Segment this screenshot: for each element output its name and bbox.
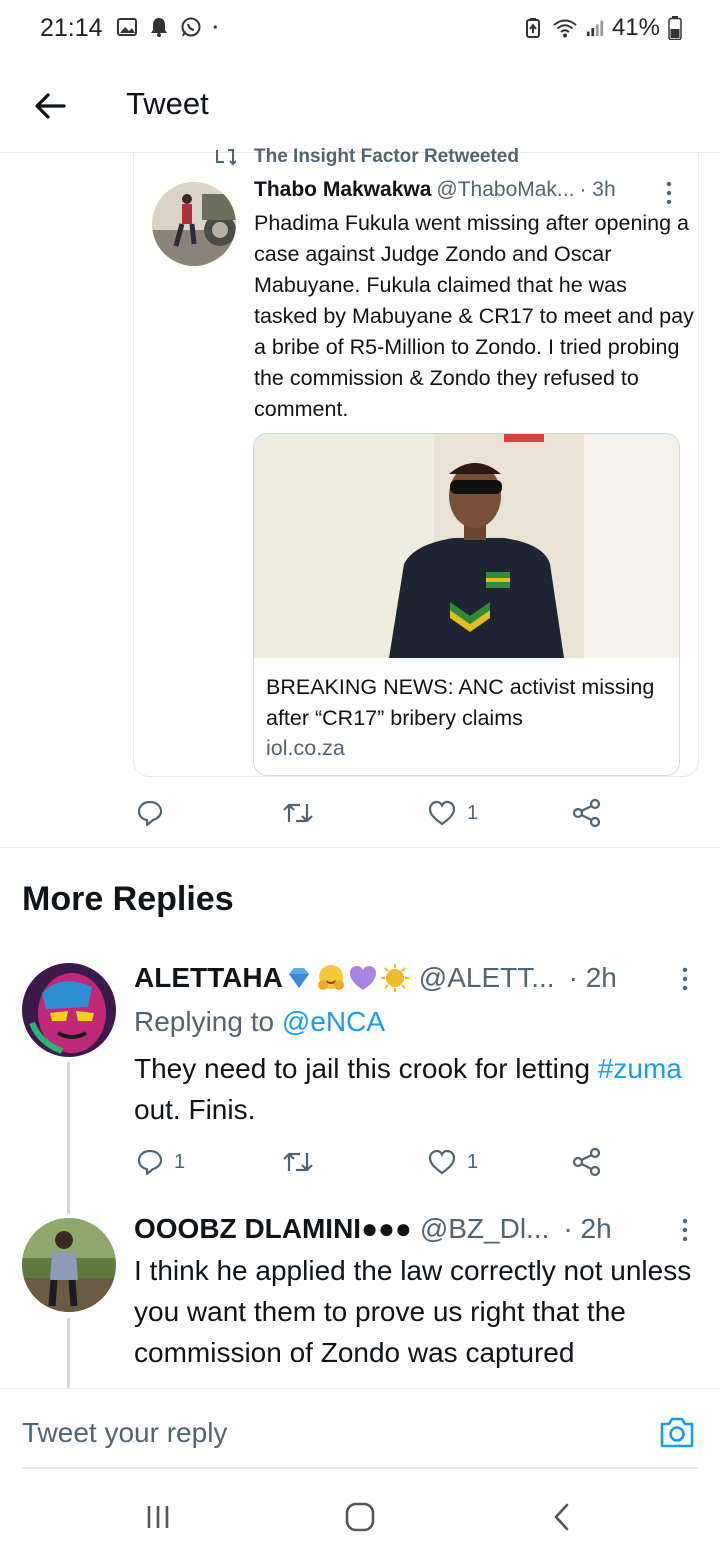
thread-line xyxy=(67,1318,70,1388)
avatar[interactable] xyxy=(152,182,236,266)
tweet-time: · 2h xyxy=(568,962,617,993)
wifi-icon xyxy=(553,19,577,38)
battery-percent: 41% xyxy=(611,14,660,41)
like-button[interactable]: 1 xyxy=(427,793,478,833)
sun-emoji xyxy=(380,964,409,992)
thread-line xyxy=(67,1062,70,1214)
retweet-button[interactable] xyxy=(282,793,324,833)
tweet-time: · 2h xyxy=(563,1213,612,1244)
purple-heart-emoji xyxy=(349,966,376,990)
replying-to: Replying to @eNCA xyxy=(134,1006,385,1037)
mention-link[interactable]: @eNCA xyxy=(282,1006,385,1037)
reply-button[interactable] xyxy=(136,793,174,833)
gallery-icon xyxy=(117,18,137,36)
reply-header: ALETTAHA @ALETT... · 2h xyxy=(134,962,617,994)
reply-actions: 1 1 xyxy=(0,1142,720,1182)
dot-icon xyxy=(213,25,217,29)
more-options-icon[interactable] xyxy=(678,1217,692,1243)
alarm-icon xyxy=(151,18,167,37)
status-time: 21:14 xyxy=(40,14,103,42)
system-nav-bar xyxy=(0,1470,720,1560)
reply-composer: Tweet your reply xyxy=(0,1388,720,1469)
battery-icon xyxy=(668,16,682,40)
heart-icon xyxy=(428,800,456,826)
arrow-left-icon xyxy=(35,93,66,119)
home-icon xyxy=(345,1502,375,1532)
system-back-button[interactable] xyxy=(542,1500,582,1534)
tweet-text: Phadima Fukula went missing after openin… xyxy=(254,211,694,421)
home-button[interactable] xyxy=(340,1500,380,1534)
recents-button[interactable] xyxy=(138,1500,178,1534)
share-icon xyxy=(572,1147,601,1177)
reply-text: I think he applied the law correctly not… xyxy=(134,1255,692,1368)
link-preview-image xyxy=(254,434,679,658)
back-button[interactable] xyxy=(30,86,70,126)
quoted-tweet-actions: 1 xyxy=(0,793,720,833)
reply-text: They need to jail this crook for letting… xyxy=(134,1053,682,1125)
retweet-context: The Insight Factor Retweeted xyxy=(214,146,519,168)
link-domain: iol.co.za xyxy=(266,736,345,760)
reply-icon xyxy=(137,1149,163,1176)
author-handle: @BZ_Dl... xyxy=(419,1213,550,1244)
share-button[interactable] xyxy=(572,793,602,833)
recents-icon xyxy=(147,1506,169,1528)
gem-emoji xyxy=(288,968,309,988)
retweet-label: The Insight Factor Retweeted xyxy=(254,146,519,167)
avatar[interactable] xyxy=(22,963,116,1057)
more-options-icon[interactable] xyxy=(678,966,692,992)
retweet-icon xyxy=(283,803,313,823)
back-icon xyxy=(554,1503,569,1531)
author-name[interactable]: Thabo Makwakwa xyxy=(254,178,431,202)
reply-icon xyxy=(137,800,163,827)
heart-icon xyxy=(428,1149,456,1175)
link-title: BREAKING NEWS: ANC activist missing afte… xyxy=(266,675,655,730)
retweet-icon xyxy=(216,149,236,166)
camera-icon[interactable] xyxy=(658,1415,696,1449)
author-name[interactable]: OOOBZ DLAMINI●●● xyxy=(134,1213,412,1245)
section-divider xyxy=(0,847,720,848)
hugging-face-emoji xyxy=(317,965,344,990)
avatar-image xyxy=(22,1218,116,1312)
battery-saver-icon xyxy=(525,18,540,38)
hashtag-link[interactable]: #zuma xyxy=(598,1053,682,1084)
whatsapp-icon xyxy=(181,17,201,37)
avatar-image xyxy=(152,182,236,266)
composer-underline xyxy=(22,1467,698,1469)
more-replies-heading: More Replies xyxy=(22,880,234,918)
reply-input[interactable]: Tweet your reply xyxy=(22,1417,227,1449)
like-button[interactable]: 1 xyxy=(427,1142,478,1182)
link-preview-card[interactable]: BREAKING NEWS: ANC activist missing afte… xyxy=(253,433,680,776)
status-bar: 21:14 41% xyxy=(0,0,720,56)
top-app-bar: Tweet xyxy=(0,56,720,153)
reply-button[interactable]: 1 xyxy=(136,1142,185,1182)
retweet-button[interactable] xyxy=(282,1142,324,1182)
avatar[interactable] xyxy=(22,1218,116,1312)
share-icon xyxy=(572,798,601,828)
retweet-icon xyxy=(283,1152,313,1172)
author-handle: @ThaboMak... xyxy=(436,178,575,201)
more-options-icon[interactable] xyxy=(662,180,676,206)
author-name[interactable]: ALETTAHA xyxy=(134,962,283,994)
avatar-image xyxy=(22,963,116,1057)
author-handle: @ALETT... xyxy=(418,962,555,993)
share-button[interactable] xyxy=(572,1142,602,1182)
page-title: Tweet xyxy=(126,86,209,121)
quoted-tweet-header: Thabo Makwakwa @ThaboMak... · 3h xyxy=(254,178,616,202)
signal-icon xyxy=(586,20,604,37)
reply-header: OOOBZ DLAMINI●●● @BZ_Dl... · 2h xyxy=(134,1213,612,1245)
tweet-time: · 3h xyxy=(579,178,616,201)
